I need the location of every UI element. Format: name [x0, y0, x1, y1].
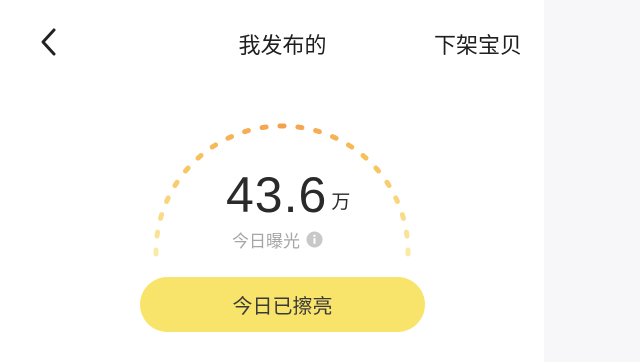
shine-button[interactable]: 今日已擦亮: [140, 277, 425, 332]
gauge-dot: [225, 134, 235, 141]
gauge-dot: [360, 152, 369, 161]
gauge-dot: [242, 128, 251, 135]
gauge-dot: [403, 229, 410, 239]
gauge-dot: [195, 152, 204, 161]
gauge-dot: [172, 179, 180, 189]
gauge-dot: [154, 229, 161, 239]
gauge-dot: [182, 165, 191, 174]
gauge-dot: [277, 123, 287, 129]
gauge-dot: [313, 128, 322, 135]
info-icon[interactable]: [306, 231, 323, 248]
exposure-caption: 今日曝光: [232, 232, 300, 252]
exposure-value: 43.6: [226, 167, 328, 223]
exposure-caption-row: 今日曝光: [232, 227, 323, 252]
gauge-dot: [384, 179, 392, 189]
gauge-dot: [209, 142, 219, 150]
gauge-dot: [164, 195, 171, 205]
gauge-dot: [405, 247, 411, 257]
gauge-dot: [158, 212, 165, 221]
gauge-dot: [153, 247, 159, 257]
gauge-dot: [345, 142, 355, 150]
exposure-unit: 万: [331, 191, 351, 213]
gauge-dot: [373, 165, 382, 174]
page: 我发布的 下架宝贝 43.6 万 今日曝光 今日已擦亮: [0, 0, 640, 362]
gauge-dot: [329, 134, 339, 141]
gauge-dot: [399, 212, 406, 221]
gauge-dot: [393, 195, 400, 205]
exposure-value-group: 43.6 万: [226, 160, 350, 220]
gauge-dot: [259, 124, 269, 131]
gauge-dot: [295, 124, 305, 131]
